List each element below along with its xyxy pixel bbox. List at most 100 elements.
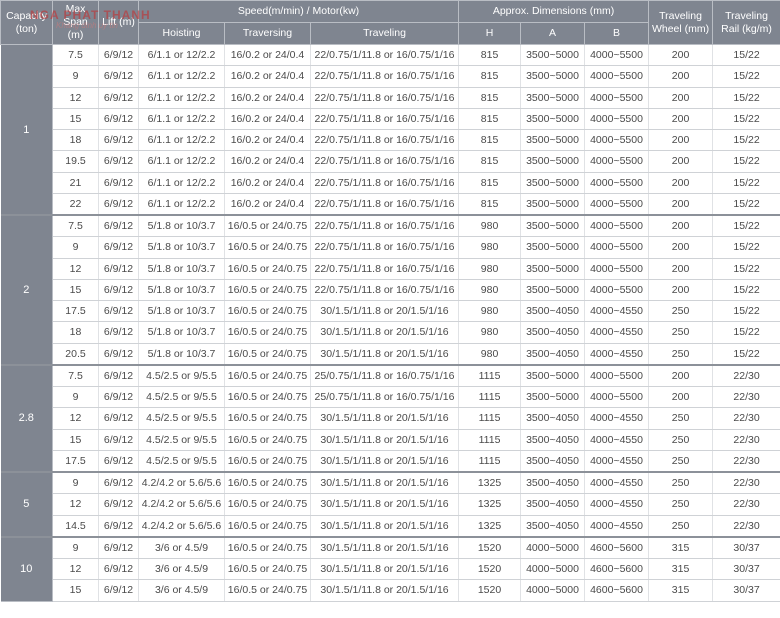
hoisting-cell: 6/1.1 or 12/2.2 [138, 129, 225, 152]
traveling-wheel-cell: 200 [648, 108, 714, 131]
traveling-rail-cell: 22/30 [712, 429, 780, 451]
table-row: 17.5 6/9/12 4.5/2.5 or 9/5.5 16/0.5 or 24/0… [1, 450, 780, 473]
lift-cell: 6/9/12 [98, 279, 139, 302]
lift-cell: 6/9/12 [98, 386, 139, 409]
hoisting-cell: 4.2/4.2 or 5.6/5.6 [138, 471, 225, 495]
max-span-cell: 12 [52, 407, 99, 430]
traversing-cell: 16/0.2 or 24/0.4 [224, 193, 311, 216]
traversing-cell: 16/0.5 or 24/0.75 [224, 407, 311, 430]
traveling-cell: 22/0.75/1/11.8 or 16/0.75/1/16 [310, 214, 460, 238]
max-span-cell: 15 [52, 279, 99, 302]
table-row: 19.5 6/9/12 6/1.1 or 12/2.2 16/0.2 or 24/0.… [1, 150, 780, 173]
traversing-cell: 16/0.2 or 24/0.4 [224, 44, 311, 67]
traveling-cell: 30/1.5/1/11.8 or 20/1.5/1/16 [310, 558, 460, 581]
hoisting-cell: 4.5/2.5 or 9/5.5 [138, 363, 225, 387]
capacity-cell: 10 [0, 535, 53, 602]
hoisting-cell: 4.5/2.5 or 9/5.5 [138, 407, 225, 430]
traversing-cell: 16/0.5 or 24/0.75 [224, 450, 311, 473]
dim-h-cell: 980 [458, 279, 522, 302]
traveling-rail-cell: 15/22 [712, 236, 780, 259]
traversing-cell: 16/0.5 or 24/0.75 [224, 214, 311, 238]
traveling-cell: 30/1.5/1/11.8 or 20/1.5/1/16 [310, 300, 460, 323]
header-traveling: Traveling [309, 22, 460, 45]
traveling-wheel-cell: 200 [648, 172, 714, 194]
table-row: 2 7.5 6/9/12 5/1.8 or 10/3.7 16/0.5 or 24/0.… [0, 214, 780, 366]
max-span-cell: 12 [52, 258, 99, 280]
table-body: 1 7.5 6/9/12 6/1.1 or 12/2.2 16/0.2 or 24/0.… [0, 44, 780, 602]
traveling-wheel-cell: 200 [648, 279, 714, 302]
header-traveling-wheel: Traveling Wheel (mm) [648, 0, 714, 45]
dim-h-cell: 980 [458, 343, 522, 366]
lift-cell: 6/9/12 [98, 87, 139, 109]
traveling-rail-cell: 15/22 [712, 87, 780, 109]
traveling-rail-cell: 15/22 [712, 193, 780, 216]
traveling-rail-cell: 15/22 [712, 321, 780, 344]
dim-a-cell: 3500~4050 [520, 321, 586, 344]
max-span-cell: 18 [52, 129, 99, 152]
traveling-wheel-cell: 250 [648, 300, 714, 323]
traveling-rail-cell: 15/22 [712, 172, 780, 194]
dim-h-cell: 980 [458, 258, 522, 280]
max-span-cell: 21 [52, 172, 99, 194]
table-row: 15 6/9/12 5/1.8 or 10/3.7 16/0.5 or 24/0.75… [1, 279, 780, 302]
traveling-cell: 22/0.75/1/11.8 or 16/0.75/1/16 [310, 193, 460, 216]
table-row: 9 6/9/12 4.5/2.5 or 9/5.5 16/0.5 or 24/0.75… [1, 386, 780, 409]
lift-cell: 6/9/12 [98, 515, 139, 538]
header-traversing: Traversing [224, 22, 311, 45]
dim-h-cell: 1325 [458, 493, 522, 516]
table-row: 14.5 6/9/12 4.2/4.2 or 5.6/5.6 16/0.5 or 24… [1, 515, 780, 538]
dim-b-cell: 4000~5500 [584, 65, 650, 88]
dim-b-cell: 4600~5600 [584, 558, 650, 581]
dim-a-cell: 3500~5000 [520, 279, 586, 302]
table-row: 22 6/9/12 6/1.1 or 12/2.2 16/0.2 or 24/0.4 2… [1, 193, 780, 216]
header-hoisting: Hoisting [138, 22, 225, 45]
table-header: Capacity (ton) Max Span (m) Lift (m) Spe… [0, 0, 780, 45]
traversing-cell: 16/0.5 or 24/0.75 [224, 300, 311, 323]
traveling-wheel-cell: 200 [648, 386, 714, 409]
capacity-cell: 2.8 [0, 363, 53, 473]
dim-a-cell: 3500~4050 [520, 493, 586, 516]
traveling-cell: 25/0.75/1/11.8 or 16/0.75/1/16 [310, 386, 460, 409]
dim-h-cell: 1520 [458, 579, 522, 602]
traveling-cell: 30/1.5/1/11.8 or 20/1.5/1/16 [310, 429, 460, 451]
dim-h-cell: 980 [458, 214, 522, 238]
header-traveling-rail: Traveling Rail (kg/m) [712, 0, 780, 45]
traversing-cell: 16/0.5 or 24/0.75 [224, 386, 311, 409]
dim-b-cell: 4000~5500 [584, 193, 650, 216]
dim-b-cell: 4000~5500 [584, 386, 650, 409]
dim-h-cell: 980 [458, 300, 522, 323]
lift-cell: 6/9/12 [98, 150, 139, 173]
dim-a-cell: 3500~4050 [520, 515, 586, 538]
traversing-cell: 16/0.5 or 24/0.75 [224, 258, 311, 280]
traveling-rail-cell: 15/22 [712, 279, 780, 302]
traversing-cell: 16/0.5 or 24/0.75 [224, 535, 311, 559]
max-span-cell: 19.5 [52, 150, 99, 173]
traversing-cell: 16/0.5 or 24/0.75 [224, 279, 311, 302]
traveling-wheel-cell: 250 [648, 321, 714, 344]
header-dim-b: B [584, 22, 650, 45]
max-span-cell: 15 [52, 579, 99, 602]
dim-b-cell: 4000~4550 [584, 471, 650, 495]
traveling-wheel-cell: 250 [648, 450, 714, 473]
dim-a-cell: 4000~5000 [520, 535, 586, 559]
header-dim-h: H [458, 22, 522, 45]
traveling-wheel-cell: 250 [648, 515, 714, 538]
dim-b-cell: 4000~4550 [584, 450, 650, 473]
max-span-cell: 12 [52, 87, 99, 109]
dim-a-cell: 3500~5000 [520, 363, 586, 387]
table-row: 5 9 6/9/12 4.2/4.2 or 5.6/5.6 16/0.5 or 24/0… [0, 471, 780, 538]
traveling-wheel-cell: 250 [648, 343, 714, 366]
traveling-wheel-cell: 250 [648, 471, 714, 495]
dim-a-cell: 4000~5000 [520, 579, 586, 602]
hoisting-cell: 6/1.1 or 12/2.2 [138, 87, 225, 109]
traveling-wheel-cell: 200 [648, 65, 714, 88]
lift-cell: 6/9/12 [98, 429, 139, 451]
table-row: 15 6/9/12 6/1.1 or 12/2.2 16/0.2 or 24/0.4 2… [1, 108, 780, 131]
dim-b-cell: 4000~4550 [584, 429, 650, 451]
dim-b-cell: 4000~4550 [584, 300, 650, 323]
dim-a-cell: 3500~4050 [520, 407, 586, 430]
traversing-cell: 16/0.5 or 24/0.75 [224, 579, 311, 602]
hoisting-cell: 4.5/2.5 or 9/5.5 [138, 386, 225, 409]
dim-a-cell: 3500~5000 [520, 87, 586, 109]
dim-b-cell: 4000~5500 [584, 44, 650, 67]
